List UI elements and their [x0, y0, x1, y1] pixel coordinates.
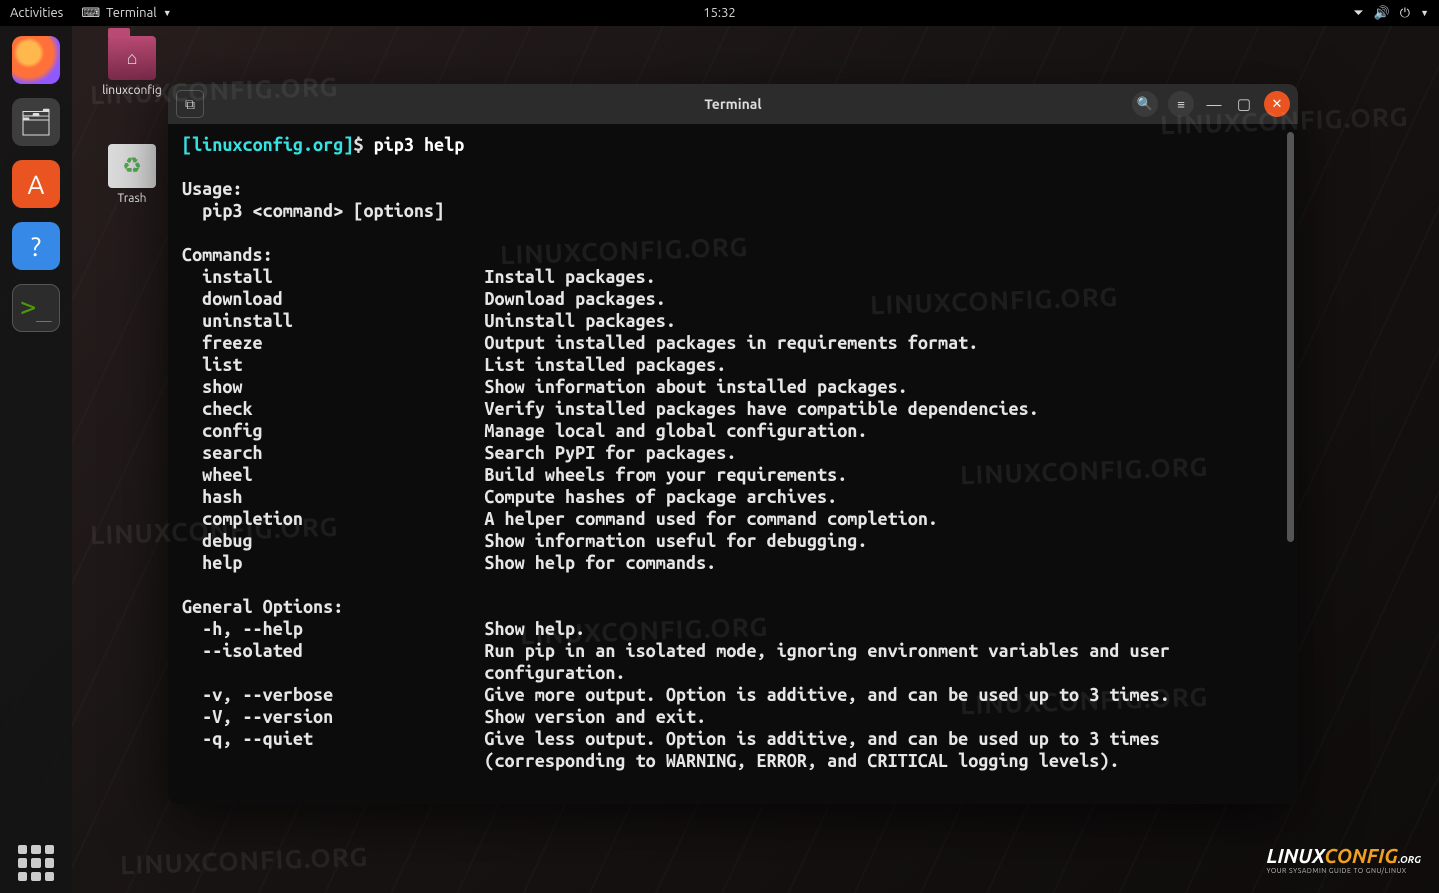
terminal-window: ⧉ Terminal 🔍 ≡ — ▢ ✕ [linuxconfig.org]$ …	[168, 84, 1298, 804]
usage-line: pip3 <command> [options]	[182, 201, 444, 221]
hamburger-menu-button[interactable]: ≡	[1168, 91, 1194, 117]
desktop: 🗂 A ? >_ ⌂ linuxconfig ♻ Trash ⧉ Termina…	[0, 26, 1439, 893]
firefox-icon[interactable]	[12, 36, 60, 84]
close-button[interactable]: ✕	[1264, 91, 1290, 117]
terminal-output[interactable]: [linuxconfig.org]$ pip3 help Usage: pip3…	[168, 124, 1298, 804]
new-tab-button[interactable]: ⧉	[176, 90, 204, 118]
files-icon[interactable]: 🗂	[12, 98, 60, 146]
prompt-host: linuxconfig.org	[192, 135, 343, 155]
software-center-icon[interactable]: A	[12, 160, 60, 208]
gnome-top-bar: Activities ⌨ Terminal ▼ 15:32 ⏷ 🔊 ⏻ ▼	[0, 0, 1439, 26]
usage-heading: Usage:	[182, 179, 242, 199]
volume-icon: 🔊	[1374, 6, 1390, 21]
commands-list: install Install packages. download Downl…	[182, 267, 1039, 573]
activities-button[interactable]: Activities	[10, 6, 63, 20]
terminal-dock-icon[interactable]: >_	[12, 284, 60, 332]
network-icon: ⏷	[1353, 6, 1363, 21]
minimize-button[interactable]: —	[1204, 96, 1224, 113]
app-menu-label: Terminal	[106, 6, 157, 20]
linuxconfig-logo: LINUXCONFIG.ORG YOUR SYSADMIN GUIDE TO G…	[1266, 844, 1421, 875]
options-list: -h, --help Show help. --isolated Run pip…	[182, 619, 1170, 771]
help-icon[interactable]: ?	[12, 222, 60, 270]
chevron-down-icon: ▼	[1420, 8, 1429, 18]
desktop-folder-linuxconfig[interactable]: ⌂ linuxconfig	[92, 36, 172, 97]
clock[interactable]: 15:32	[703, 6, 736, 20]
maximize-button[interactable]: ▢	[1234, 95, 1254, 113]
folder-icon: ⌂	[108, 36, 156, 80]
window-title: Terminal	[704, 96, 761, 112]
prompt-symbol: $	[353, 135, 363, 155]
app-menu[interactable]: ⌨ Terminal ▼	[81, 6, 171, 21]
general-options-heading: General Options:	[182, 597, 343, 617]
desktop-trash[interactable]: ♻ Trash	[92, 144, 172, 205]
watermark: LINUXCONFIG.ORG	[120, 842, 369, 880]
entered-command: pip3 help	[374, 135, 465, 155]
dock: 🗂 A ? >_	[0, 26, 72, 893]
trash-icon: ♻	[108, 144, 156, 188]
desktop-icon-label: linuxconfig	[92, 84, 172, 97]
commands-heading: Commands:	[182, 245, 273, 265]
show-applications-button[interactable]	[18, 845, 54, 881]
power-icon: ⏻	[1400, 6, 1410, 21]
system-status-area[interactable]: ⏷ 🔊 ⏻ ▼	[1353, 6, 1429, 21]
terminal-small-icon: ⌨	[81, 6, 100, 21]
search-button[interactable]: 🔍	[1132, 91, 1158, 117]
terminal-titlebar[interactable]: ⧉ Terminal 🔍 ≡ — ▢ ✕	[168, 84, 1298, 124]
chevron-down-icon: ▼	[163, 8, 172, 18]
scrollbar[interactable]	[1287, 132, 1294, 542]
desktop-icon-label: Trash	[92, 192, 172, 205]
